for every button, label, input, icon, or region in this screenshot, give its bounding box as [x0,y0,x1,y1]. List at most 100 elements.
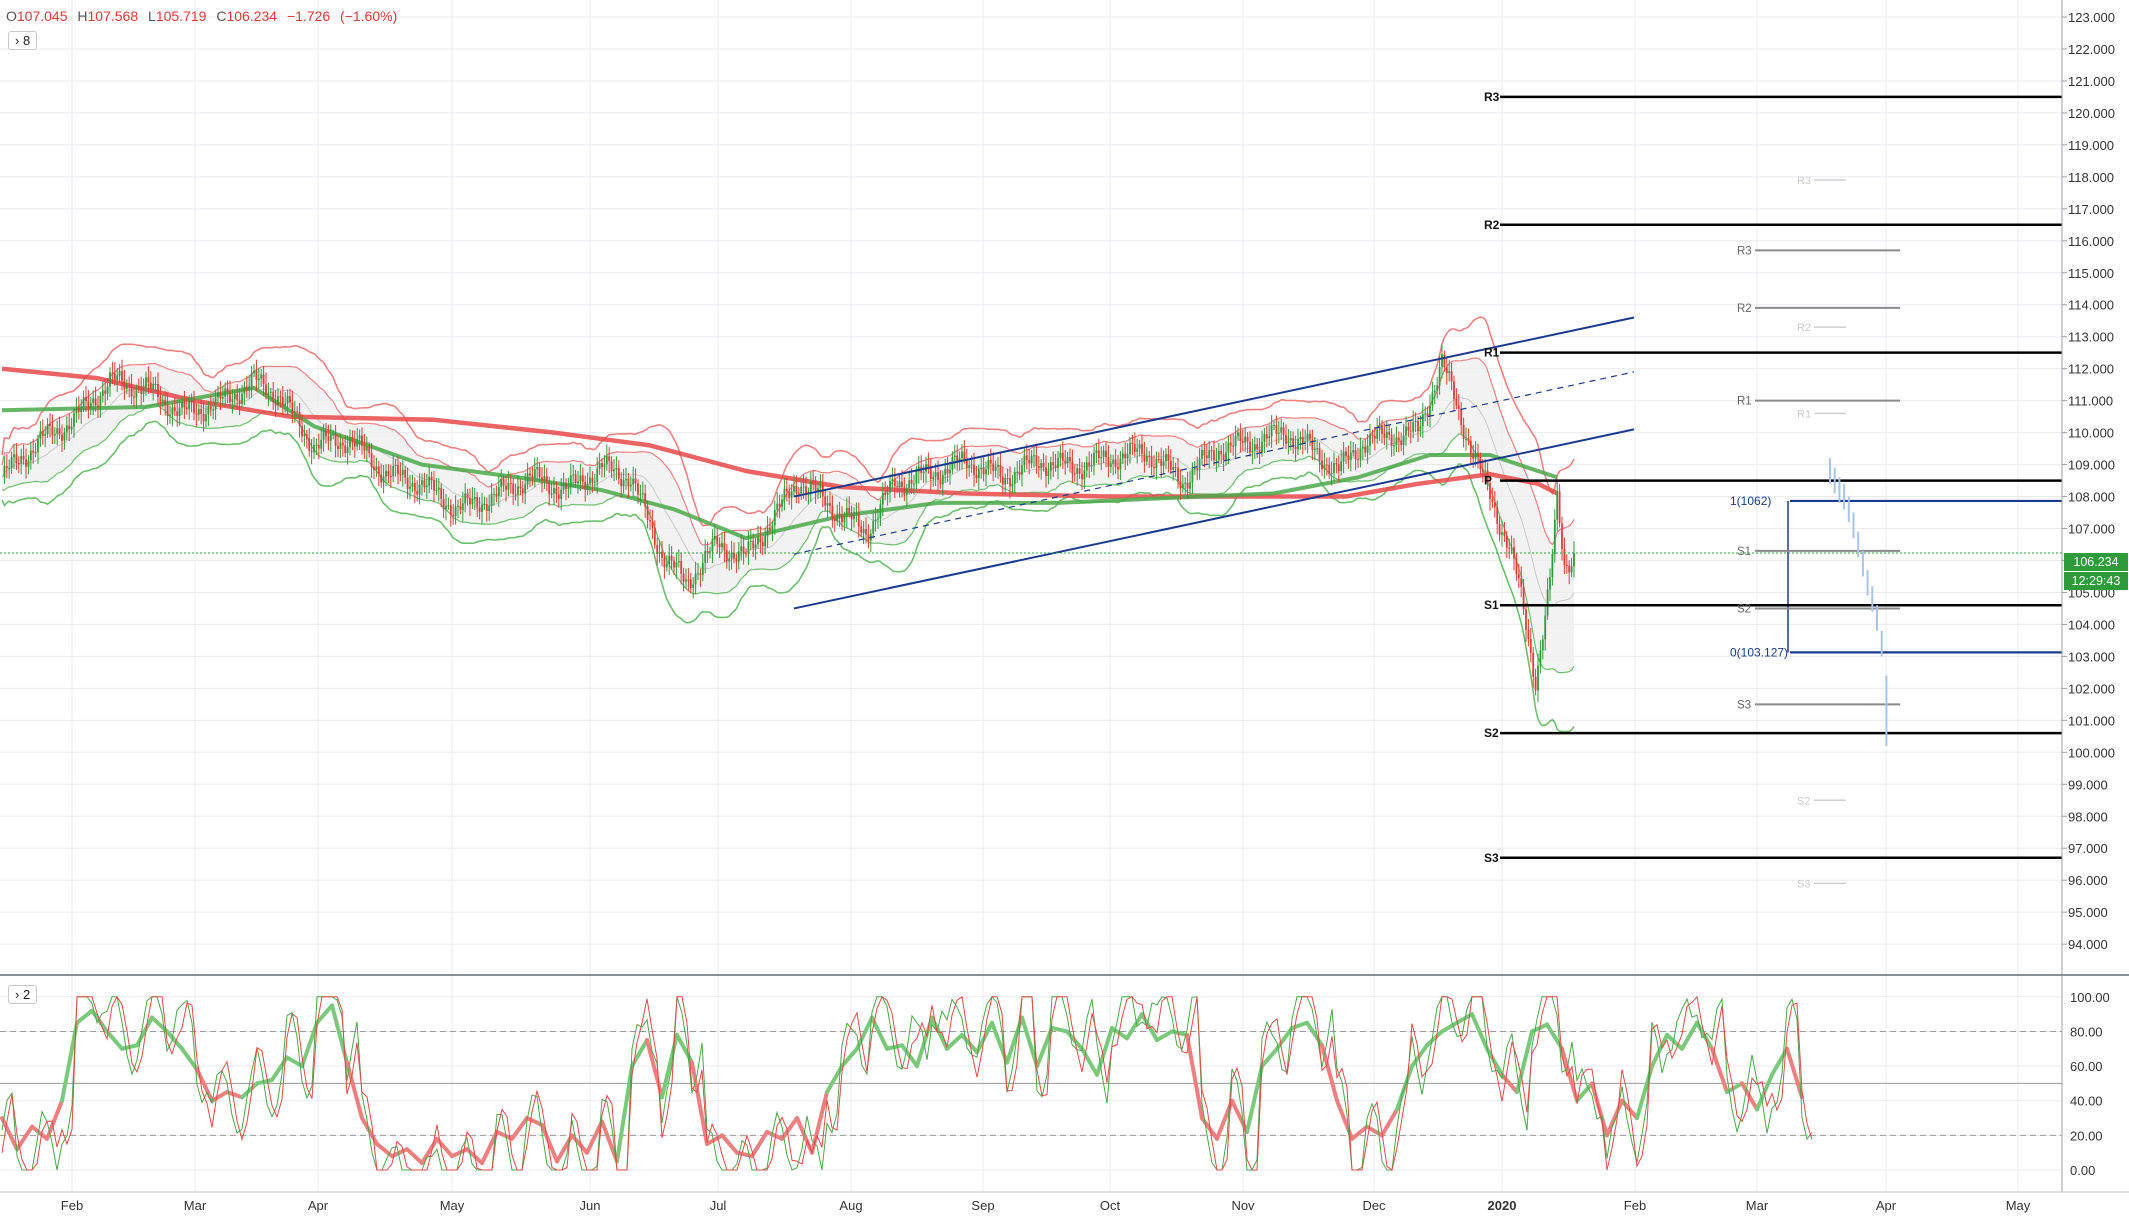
candle-body [1493,502,1496,508]
candle-body [253,370,255,374]
candle-body [457,506,459,508]
candle-body [265,384,267,395]
candle-body [68,425,71,430]
candle-body [625,478,627,481]
candle-body [1325,464,1328,466]
candle-body [1165,454,1167,462]
candle-body [1121,453,1124,459]
candle-body [901,481,903,488]
osc-tick-label: 0.00 [2070,1163,2095,1178]
osc-tick-label: 80.00 [2070,1024,2103,1039]
candle-body [34,452,37,454]
osc-indicators-toggle[interactable]: › 2 [8,985,38,1004]
candle-body [1071,461,1074,474]
candle-body [687,579,690,581]
candle-body [838,513,841,516]
candle-body [1534,676,1537,691]
candle-body [598,463,601,469]
candle-body [454,506,457,517]
candle-body [1083,470,1086,480]
candle-body [277,396,279,406]
candle-body [579,475,582,482]
candle-body [284,403,287,406]
candle-body [149,382,152,389]
chevron-right-icon: › [15,987,20,1002]
candle-body [82,397,85,407]
candle-body [1237,432,1239,437]
candle-body [63,432,66,441]
pivot-major-label: R2 [1484,218,1500,232]
price-tick-label: 117.000 [2068,202,2114,217]
candle-body [1402,435,1405,445]
candle-body [195,413,198,415]
candle-body [1090,464,1093,467]
candle-body [224,388,227,397]
candle-body [92,398,95,404]
change-value: −1.726 [286,8,331,24]
candle-body [1042,463,1045,468]
fib-level-label: 0(103.127) [1730,645,1788,659]
candle-body [1239,432,1242,442]
main-indicators-toggle[interactable]: › 8 [8,31,38,50]
candle-body [214,397,217,410]
candle-body [236,393,239,401]
candle-body [423,480,426,488]
candle-body [1472,453,1475,459]
candle-body [327,436,330,441]
candle-body [1436,385,1439,391]
candle-body [757,537,759,545]
candle-body [1263,434,1266,442]
candle-body [1004,478,1007,485]
candle-body [730,552,733,559]
candle-body [296,411,299,413]
candle-body [315,444,318,446]
candle-body [519,486,522,489]
candle-body [1289,438,1292,441]
candle-body [961,451,963,459]
candle-body [1443,354,1446,368]
candle-body [711,539,714,552]
candle-body [788,491,791,498]
candle-body [1337,464,1340,472]
candle-body [1510,547,1513,549]
candle-body [15,454,18,464]
candle-body [663,558,666,568]
candle-body [145,377,147,387]
candle-body [1460,408,1463,425]
candle-body [929,468,932,479]
candle-body [20,456,23,464]
candle-body [449,505,452,516]
candle-body [944,468,947,475]
candle-body [257,378,260,380]
candle-body [1205,455,1208,459]
candle-body [1421,414,1424,427]
candle-body [641,493,644,495]
candle-body [1129,442,1131,455]
candle-body [521,488,524,494]
candle-body [872,520,875,534]
candle-body [1419,426,1422,432]
candle-body [169,414,171,417]
candle-body [56,428,59,434]
candle-body [1541,639,1544,651]
candle-body [399,474,402,476]
candle-body [361,435,363,446]
candle-body [677,561,680,563]
candle-body [1563,549,1566,566]
candle-body [188,401,191,410]
candle-body [812,481,815,485]
candle-body [401,469,404,475]
candle-body [646,506,649,521]
candle-body [886,492,889,495]
pivot-minor-label: R2 [1737,303,1752,315]
candle-body [1364,446,1367,453]
candle-body [963,451,966,460]
candle-body [39,431,42,439]
candle-body [1232,445,1235,447]
pivot-faint-label: R1 [1797,408,1811,420]
candle-body [1429,405,1431,417]
candle-body [905,488,908,495]
candle-body [337,445,339,450]
candle-body [1256,444,1259,450]
candle-body [1539,650,1542,666]
